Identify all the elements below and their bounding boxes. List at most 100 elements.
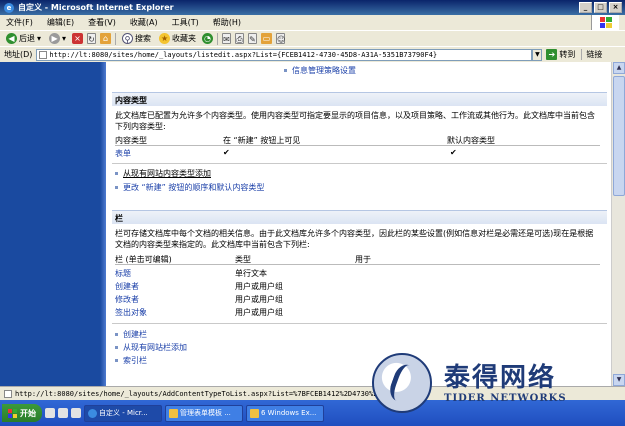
watermark-cn: 泰得网络 — [444, 362, 557, 393]
check-icon: ✔ — [223, 148, 230, 157]
add-content-type-link[interactable]: 从现有网站内容类型添加 — [115, 168, 211, 179]
ie-icon: e — [4, 2, 14, 13]
mail-icon[interactable]: ✉ — [222, 33, 232, 44]
refresh-icon[interactable]: ↻ — [87, 33, 97, 44]
start-label: 开始 — [20, 408, 36, 418]
table-row: 表单 ✔ ✔ — [115, 148, 600, 160]
search-button[interactable]: ⚲ 搜索 — [120, 32, 153, 45]
back-label: 后退 — [19, 34, 35, 43]
menu-file[interactable]: 文件(F) — [6, 17, 33, 28]
toolbar-separator — [115, 32, 117, 45]
taskbar-item-explorer[interactable]: 6 Windows Ex... — [246, 404, 324, 422]
column-type: 用户或用户组 — [235, 295, 283, 304]
column-name-link[interactable]: 修改者 — [115, 294, 139, 305]
address-url: http://lt:8080/sites/home/_layouts/liste… — [49, 50, 438, 59]
windows-logo-icon — [591, 15, 619, 30]
favorites-star-icon: ★ — [159, 33, 171, 44]
change-new-button-order-link[interactable]: 更改 “新建” 按钮的顺序和默认内容类型 — [115, 182, 264, 193]
menu-tools[interactable]: 工具(T) — [172, 17, 199, 28]
history-icon[interactable]: ◔ — [202, 33, 214, 44]
column-type: 用户或用户组 — [235, 282, 283, 291]
left-navigation — [0, 62, 106, 386]
column-name-link[interactable]: 创建者 — [115, 281, 139, 292]
close-button[interactable]: × — [609, 2, 622, 13]
table-row: 创建者 用户或用户组 — [115, 281, 600, 293]
content-types-table-header: 内容类型 在 “新建” 按钮上可见 默认内容类型 — [115, 135, 600, 146]
columns-heading: 栏 — [112, 210, 607, 224]
status-text: http://lt:8080/sites/home/_layouts/AddCo… — [15, 389, 386, 398]
menu-bar: 文件(F) 编辑(E) 查看(V) 收藏(A) 工具(T) 帮助(H) — [0, 15, 625, 30]
quick-launch-icon[interactable] — [71, 408, 81, 418]
watermark-logo: 泰得网络 TIDER NETWORKS — [372, 350, 620, 416]
main-panel: 信息管理策略设置 内容类型 此文档库已配置为允许多个内容类型。使用内容类型可指定… — [112, 62, 607, 386]
taskbar-item-ie[interactable]: 自定义 - Micr... — [84, 404, 162, 422]
menu-edit[interactable]: 编辑(E) — [47, 17, 74, 28]
column-name-link[interactable]: 签出对象 — [115, 307, 147, 318]
quick-launch-icon[interactable] — [58, 408, 68, 418]
columns-table-header: 栏 (单击可编辑) 类型 用于 — [115, 254, 600, 265]
table-row: 标题 单行文本 — [115, 268, 600, 280]
minimize-button[interactable]: _ — [579, 2, 592, 13]
links-button[interactable]: 链接 — [581, 49, 602, 60]
favorites-button[interactable]: ★ 收藏夹 — [157, 32, 198, 45]
column-header: 在 “新建” 按钮上可见 — [223, 136, 301, 145]
page-icon — [4, 389, 12, 398]
add-site-column-link[interactable]: 从现有网站栏添加 — [115, 342, 187, 353]
check-icon: ✔ — [450, 148, 457, 157]
divider — [112, 323, 607, 324]
table-row: 签出对象 用户或用户组 — [115, 307, 600, 319]
start-button[interactable]: 开始 — [2, 404, 42, 422]
table-row: 修改者 用户或用户组 — [115, 294, 600, 306]
bullet-icon — [284, 69, 287, 72]
address-bar: 地址(D) http://lt:8080/sites/home/_layouts… — [0, 46, 625, 62]
column-header: 内容类型 — [115, 136, 147, 145]
folder-icon[interactable]: ▭ — [261, 33, 273, 44]
address-label: 地址(D) — [4, 50, 33, 59]
go-arrow-icon: ➔ — [546, 49, 558, 60]
toolbar: ◀ 后退 ▾ ▶ ▾ × ↻ ⌂ ⚲ 搜索 ★ 收藏夹 ◔ ✉ ⎙ ✎ ▭ ☺ — [0, 30, 625, 46]
column-name-link[interactable]: 标题 — [115, 268, 131, 279]
menu-favorites[interactable]: 收藏(A) — [130, 17, 158, 28]
go-label: 转到 — [559, 50, 576, 59]
window-title-bar: e 自定义 - Microsoft Internet Explorer _ □ … — [0, 0, 625, 15]
watermark-en: TIDER NETWORKS — [444, 392, 567, 404]
home-icon[interactable]: ⌂ — [100, 33, 112, 44]
stop-icon[interactable]: × — [72, 33, 84, 44]
scroll-up-icon[interactable]: ▲ — [613, 62, 625, 74]
divider — [112, 163, 607, 164]
toolbar-separator — [217, 32, 219, 45]
print-icon[interactable]: ⎙ — [235, 33, 245, 44]
favorites-label: 收藏夹 — [172, 34, 197, 43]
edit-icon[interactable]: ✎ — [248, 33, 258, 44]
folder-icon — [250, 408, 259, 418]
content-type-name[interactable]: 表单 — [115, 148, 131, 159]
page-content: 信息管理策略设置 内容类型 此文档库已配置为允许多个内容类型。使用内容类型可指定… — [0, 62, 611, 386]
address-dropdown-icon[interactable]: ▼ — [532, 48, 543, 61]
indexed-columns-link[interactable]: 索引栏 — [115, 355, 147, 366]
info-policy-link[interactable]: 信息管理策略设置 — [284, 65, 356, 76]
content-types-heading: 内容类型 — [112, 92, 607, 106]
menu-help[interactable]: 帮助(H) — [213, 17, 241, 28]
vertical-scrollbar[interactable]: ▲ ▼ — [611, 62, 625, 386]
forward-button[interactable]: ▶ ▾ — [47, 32, 68, 45]
chevron-down-icon[interactable]: ▾ — [62, 34, 66, 43]
address-input[interactable]: http://lt:8080/sites/home/_layouts/liste… — [36, 48, 533, 61]
search-icon: ⚲ — [122, 33, 134, 44]
chevron-down-icon[interactable]: ▾ — [37, 34, 41, 43]
scrollbar-thumb[interactable] — [613, 76, 625, 196]
search-label: 搜索 — [135, 34, 152, 43]
column-type: 单行文本 — [235, 269, 267, 278]
columns-description: 栏可存储文档库中每个文档的相关信息。由于此文档库允许多个内容类型，因此栏的某些设… — [115, 229, 594, 249]
back-button[interactable]: ◀ 后退 ▾ — [4, 32, 43, 45]
page-icon — [39, 50, 48, 59]
messenger-icon[interactable]: ☺ — [276, 33, 285, 44]
go-button[interactable]: ➔ 转到 — [546, 49, 575, 60]
folder-icon — [169, 408, 178, 418]
taskbar-item-forms[interactable]: 管理表单模板 ... — [165, 404, 243, 422]
brand-logo-icon — [372, 353, 432, 413]
create-column-link[interactable]: 创建栏 — [115, 329, 147, 340]
menu-view[interactable]: 查看(V) — [88, 17, 116, 28]
maximize-button[interactable]: □ — [594, 2, 607, 13]
windows-logo-icon — [8, 408, 17, 418]
quick-launch-icon[interactable] — [45, 408, 55, 418]
